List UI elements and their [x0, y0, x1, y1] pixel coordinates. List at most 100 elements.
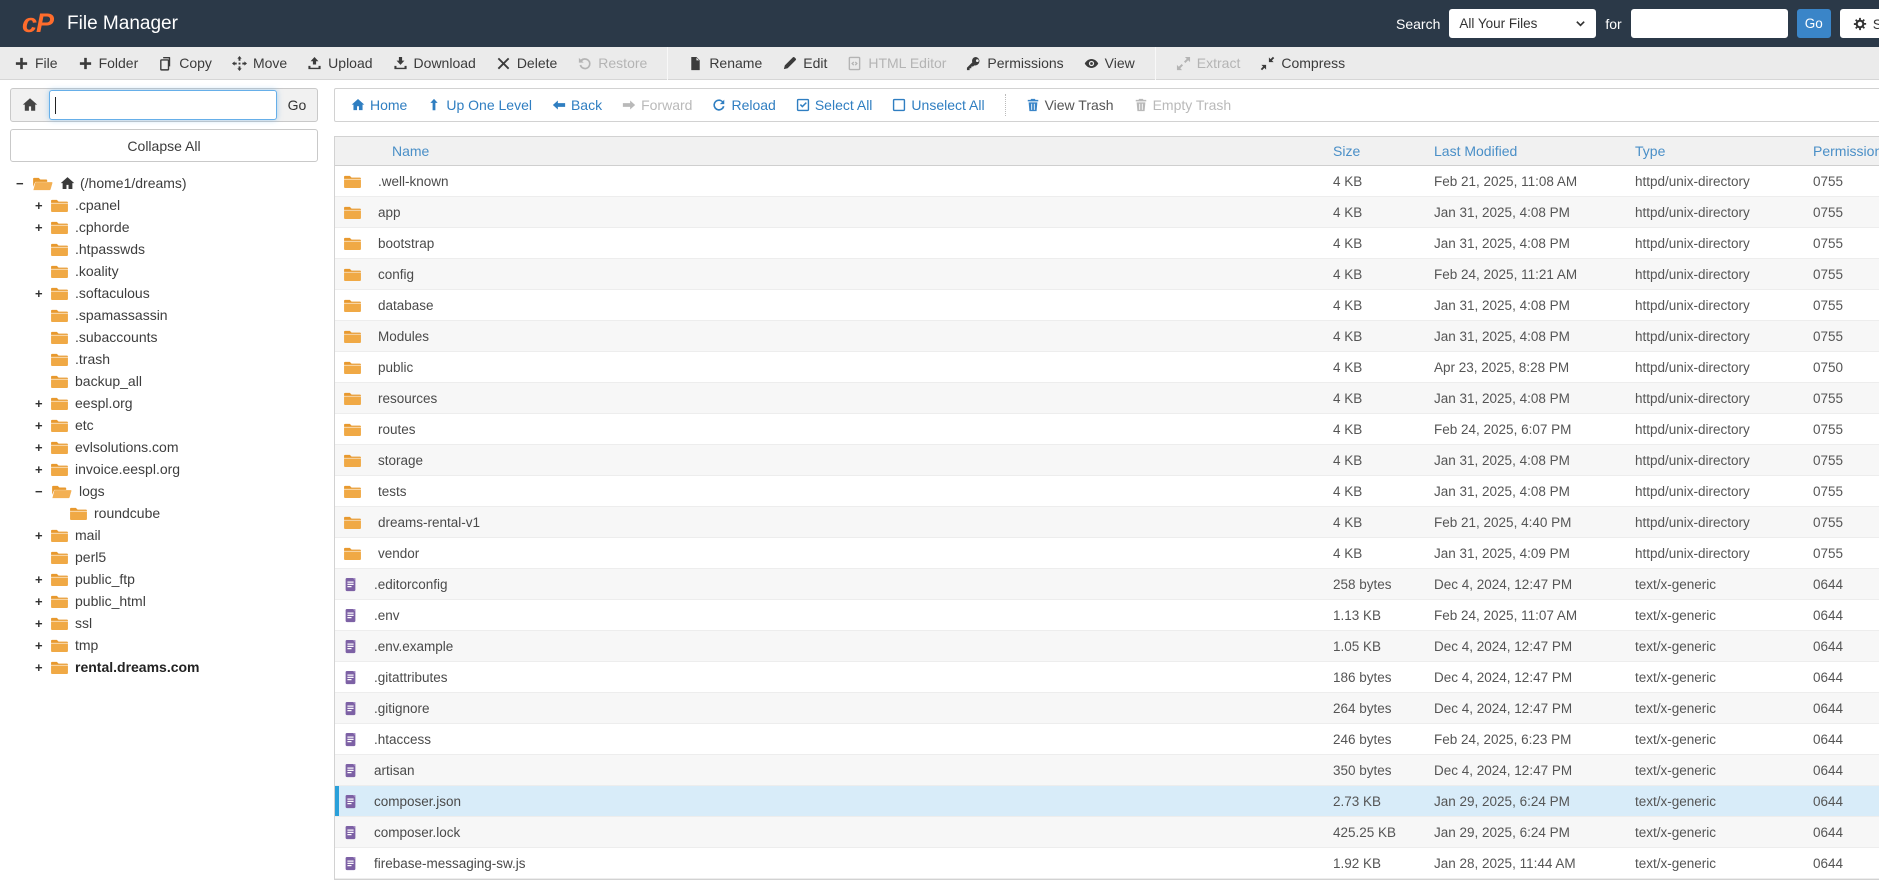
tree-item[interactable]: + invoice.eespl.org	[10, 458, 326, 480]
tree-item[interactable]: + mail	[10, 524, 326, 546]
table-row[interactable]: vendor 4 KB Jan 31, 2025, 4:09 PM httpd/uni…	[335, 538, 1879, 569]
nav-home-button[interactable]: Home	[351, 97, 407, 113]
expand-toggle-icon[interactable]: +	[35, 572, 50, 587]
nav-back-button[interactable]: Back	[552, 97, 602, 113]
table-header-row: Name Size Last Modified Type Permissions	[335, 137, 1879, 166]
table-row[interactable]: artisan 350 bytes Dec 4, 2024, 12:47 PM tex…	[335, 755, 1879, 786]
table-row[interactable]: composer.json 2.73 KB Jan 29, 2025, 6:24 P…	[335, 786, 1879, 817]
table-row[interactable]: .env 1.13 KB Feb 24, 2025, 11:07 AM text/x-…	[335, 600, 1879, 631]
toolbar-button-delete[interactable]: Delete	[496, 55, 557, 71]
table-row[interactable]: composer.lock 425.25 KB Jan 29, 2025, 6:24…	[335, 817, 1879, 848]
toolbar-button-upload[interactable]: Upload	[307, 55, 373, 71]
tree-item[interactable]: .koality	[10, 260, 326, 282]
expand-toggle-icon[interactable]: +	[35, 660, 50, 675]
toolbar-button-file[interactable]: File	[14, 55, 58, 71]
search-go-button[interactable]: Go	[1796, 9, 1831, 38]
column-header-type[interactable]: Type	[1635, 143, 1813, 159]
file-name: .editorconfig	[374, 576, 448, 592]
column-header-size[interactable]: Size	[1333, 143, 1434, 159]
nav-up-one-level-button[interactable]: Up One Level	[427, 97, 532, 113]
toolbar-button-move[interactable]: Move	[232, 55, 287, 71]
table-row[interactable]: .env.example 1.05 KB Dec 4, 2024, 12:47 PM…	[335, 631, 1879, 662]
tree-item[interactable]: − (/home1/dreams)	[10, 172, 326, 194]
table-row[interactable]: app 4 KB Jan 31, 2025, 4:08 PM httpd/unix-d…	[335, 197, 1879, 228]
expand-toggle-icon[interactable]: +	[35, 638, 50, 653]
toolbar-button-rename[interactable]: Rename	[688, 55, 762, 71]
nav-view-trash-button[interactable]: View Trash	[1026, 97, 1114, 113]
tree-item[interactable]: + .cpanel	[10, 194, 326, 216]
table-row[interactable]: tests 4 KB Jan 31, 2025, 4:08 PM httpd/unix…	[335, 476, 1879, 507]
column-header-permissions[interactable]: Permissions	[1813, 143, 1879, 159]
path-input[interactable]	[49, 90, 277, 120]
table-row[interactable]: .well-known 4 KB Feb 21, 2025, 11:08 AM htt…	[335, 166, 1879, 197]
table-row[interactable]: database 4 KB Jan 31, 2025, 4:08 PM httpd/u…	[335, 290, 1879, 321]
expand-toggle-icon[interactable]: +	[35, 418, 50, 433]
toolbar-button-folder[interactable]: Folder	[78, 55, 138, 71]
table-row[interactable]: Modules 4 KB Jan 31, 2025, 4:08 PM httpd/un…	[335, 321, 1879, 352]
tree-item[interactable]: + public_ftp	[10, 568, 326, 590]
tree-item[interactable]: .htpasswds	[10, 238, 326, 260]
nav-unselect-all-button[interactable]: Unselect All	[892, 97, 985, 113]
tree-item[interactable]: + etc	[10, 414, 326, 436]
table-row[interactable]: routes 4 KB Feb 24, 2025, 6:07 PM httpd/uni…	[335, 414, 1879, 445]
expand-toggle-icon[interactable]: +	[35, 198, 50, 213]
table-row[interactable]: bootstrap 4 KB Jan 31, 2025, 4:08 PM httpd/…	[335, 228, 1879, 259]
expand-toggle-icon[interactable]: +	[35, 440, 50, 455]
toolbar-button-download[interactable]: Download	[393, 55, 476, 71]
tree-item[interactable]: perl5	[10, 546, 326, 568]
table-row[interactable]: firebase-messaging-sw.js 1.92 KB Jan 28, 2…	[335, 848, 1879, 879]
expand-toggle-icon[interactable]: +	[35, 616, 50, 631]
table-row[interactable]: .editorconfig 258 bytes Dec 4, 2024, 12:47…	[335, 569, 1879, 600]
table-row[interactable]: .gitignore 264 bytes Dec 4, 2024, 12:47 PM…	[335, 693, 1879, 724]
tree-item[interactable]: backup_all	[10, 370, 326, 392]
toolbar-button-copy[interactable]: Copy	[158, 55, 212, 71]
expand-toggle-icon[interactable]: +	[35, 528, 50, 543]
tree-item[interactable]: + tmp	[10, 634, 326, 656]
table-row[interactable]: resources 4 KB Jan 31, 2025, 4:08 PM httpd/…	[335, 383, 1879, 414]
expand-toggle-icon[interactable]: +	[35, 594, 50, 609]
tree-item[interactable]: .spamassassin	[10, 304, 326, 326]
collapse-toggle-icon[interactable]: −	[35, 484, 50, 499]
column-header-last-modified[interactable]: Last Modified	[1434, 143, 1635, 159]
table-row[interactable]: storage 4 KB Jan 31, 2025, 4:08 PM httpd/un…	[335, 445, 1879, 476]
toolbar-button-compress[interactable]: Compress	[1260, 55, 1345, 71]
table-row[interactable]: dreams-rental-v1 4 KB Feb 21, 2025, 4:40 P…	[335, 507, 1879, 538]
nav-reload-button[interactable]: Reload	[712, 97, 776, 113]
folder-icon	[50, 550, 69, 565]
expand-toggle-icon[interactable]: +	[35, 220, 50, 235]
table-row[interactable]: public 4 KB Apr 23, 2025, 8:28 PM httpd/uni…	[335, 352, 1879, 383]
toolbar-button-edit[interactable]: Edit	[782, 55, 827, 71]
file-icon	[343, 794, 358, 809]
expand-toggle-icon[interactable]: +	[35, 462, 50, 477]
collapse-all-button[interactable]: Collapse All	[10, 129, 318, 162]
tree-item[interactable]: + .softaculous	[10, 282, 326, 304]
expand-toggle-icon[interactable]: +	[35, 286, 50, 301]
toolbar-button-view[interactable]: View	[1084, 55, 1135, 71]
file-name: .env	[374, 607, 400, 623]
table-row[interactable]: .gitattributes 186 bytes Dec 4, 2024, 12:4…	[335, 662, 1879, 693]
tree-item[interactable]: + .cphorde	[10, 216, 326, 238]
toolbar-separator	[667, 46, 669, 80]
path-go-button[interactable]: Go	[277, 97, 317, 113]
table-row[interactable]: .htaccess 246 bytes Feb 24, 2025, 6:23 PM t…	[335, 724, 1879, 755]
tree-item[interactable]: .trash	[10, 348, 326, 370]
search-input[interactable]	[1630, 9, 1788, 38]
tree-item[interactable]: + eespl.org	[10, 392, 326, 414]
search-scope-select[interactable]: All Your Files	[1449, 9, 1597, 38]
table-row[interactable]: config 4 KB Feb 24, 2025, 11:21 AM httpd/un…	[335, 259, 1879, 290]
tree-item[interactable]: + rental.dreams.com	[10, 656, 326, 678]
tree-item[interactable]: .subaccounts	[10, 326, 326, 348]
collapse-toggle-icon[interactable]: −	[16, 176, 31, 191]
tree-item[interactable]: + ssl	[10, 612, 326, 634]
file-type-cell: httpd/unix-directory	[1635, 514, 1750, 530]
tree-item[interactable]: − logs	[10, 480, 326, 502]
settings-button[interactable]: Settings	[1839, 9, 1879, 38]
column-header-name[interactable]: Name	[335, 143, 1333, 159]
nav-select-all-button[interactable]: Select All	[796, 97, 872, 113]
expand-toggle-icon[interactable]: +	[35, 396, 50, 411]
path-home-button[interactable]	[11, 97, 49, 113]
tree-item[interactable]: roundcube	[10, 502, 326, 524]
tree-item[interactable]: + evlsolutions.com	[10, 436, 326, 458]
toolbar-button-permissions[interactable]: Permissions	[966, 55, 1064, 71]
tree-item[interactable]: + public_html	[10, 590, 326, 612]
